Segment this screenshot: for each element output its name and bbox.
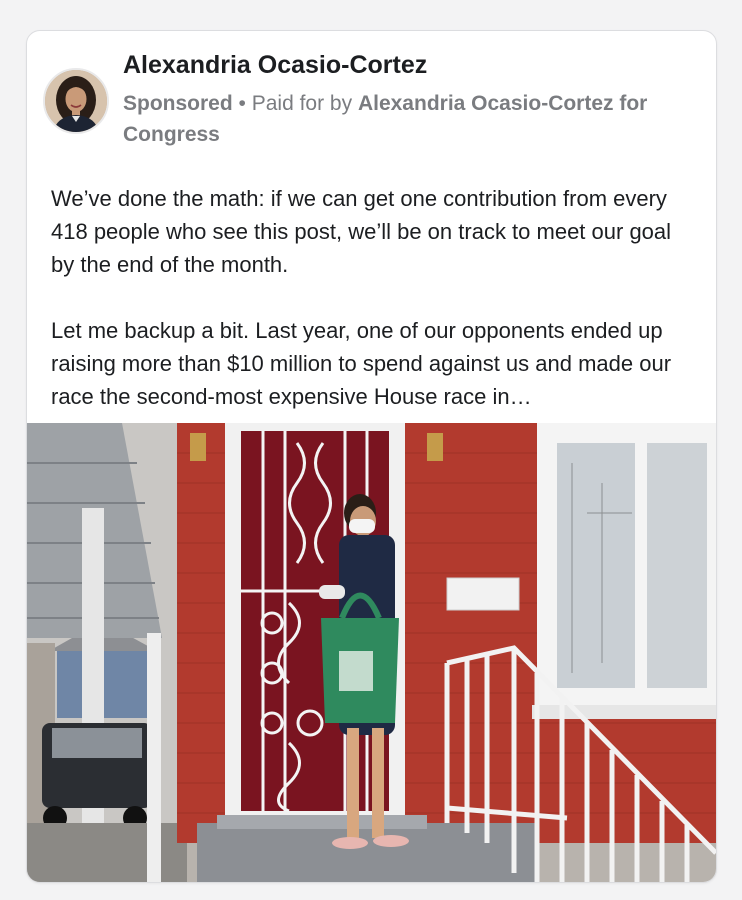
post-paragraph[interactable]: Let me backup a bit. Last year, one of o…	[51, 314, 691, 413]
campaign-photo	[27, 423, 716, 882]
sponsored-post-card: Alexandria Ocasio-Cortez Sponsored • Pai…	[26, 30, 717, 883]
paid-for-prefix: Paid for by	[251, 92, 358, 115]
post-text: We’ve done the math: if we can get one c…	[51, 182, 691, 413]
sponsored-label: Sponsored	[123, 92, 233, 115]
avatar-image	[45, 70, 107, 132]
meta-separator: •	[232, 92, 252, 115]
author-avatar[interactable]	[43, 68, 109, 134]
post-paragraph: We’ve done the math: if we can get one c…	[51, 186, 672, 277]
post-photo[interactable]	[27, 423, 716, 882]
post-meta: Sponsored • Paid for by Alexandria Ocasi…	[123, 88, 708, 150]
author-name[interactable]: Alexandria Ocasio-Cortez	[123, 51, 427, 80]
